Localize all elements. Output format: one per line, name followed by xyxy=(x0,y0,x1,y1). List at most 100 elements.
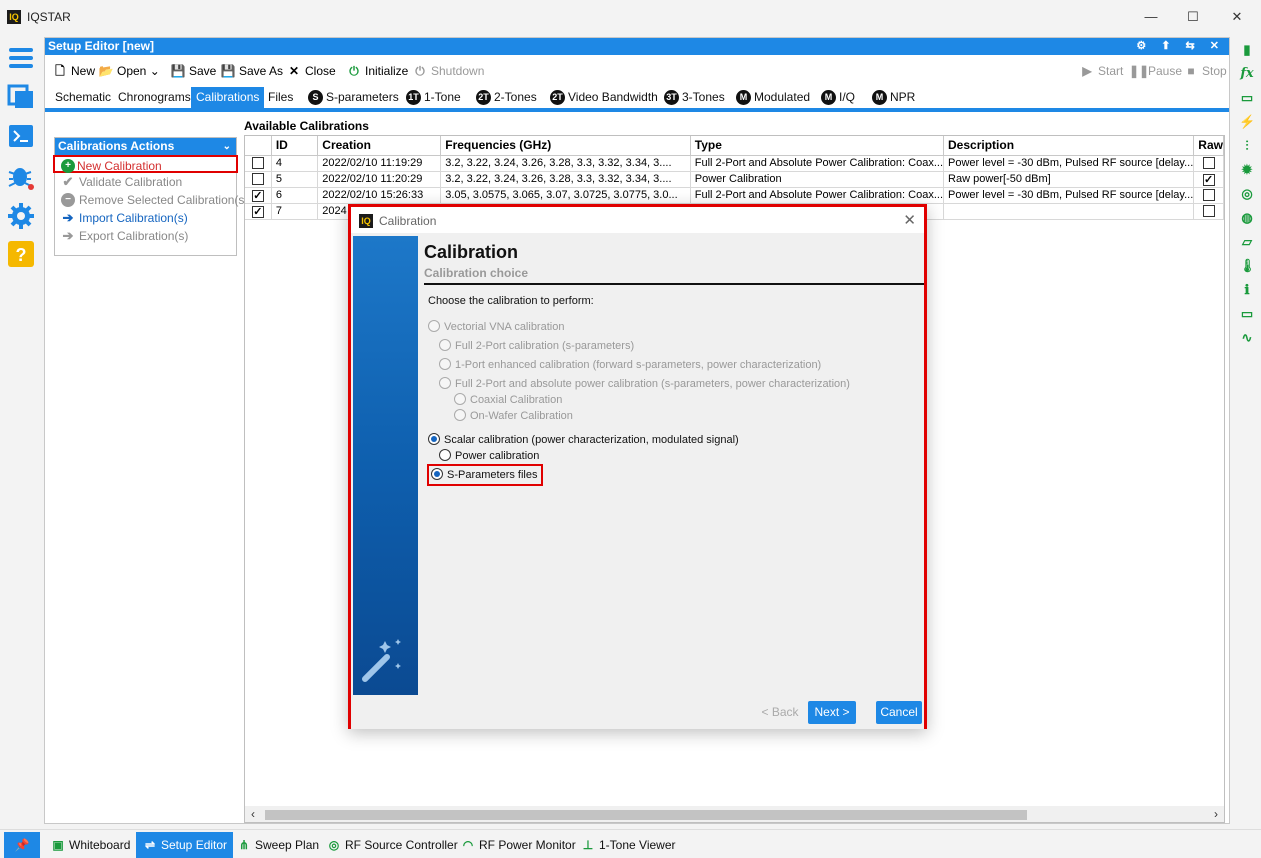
target-icon[interactable]: ◎ xyxy=(1239,186,1255,202)
thermometer-settings-icon[interactable]: ℹ xyxy=(1239,282,1255,298)
bottom-tab-1-tone-viewer[interactable]: ⊥ 1-Tone Viewer xyxy=(580,832,676,858)
bottom-tab-rf-source-controller[interactable]: ◎ RF Source Controller xyxy=(326,832,458,858)
row-select-checkbox[interactable] xyxy=(245,155,272,172)
collapse-icon[interactable]: ⌄ xyxy=(223,138,231,155)
checkbox-checked[interactable]: ✓ xyxy=(1202,174,1215,186)
column-header-raw[interactable]: Raw xyxy=(1193,136,1224,156)
cell-raw-checkbox[interactable] xyxy=(1193,203,1224,220)
row-select-checkbox[interactable]: ✓ xyxy=(245,203,272,220)
radio-coaxial[interactable]: Coaxial Calibration xyxy=(454,393,562,407)
close-window-button[interactable]: ✕ xyxy=(1222,6,1252,28)
remove-calibration-action[interactable]: − Remove Selected Calibration(s) xyxy=(55,191,248,209)
checkbox-checked[interactable]: ✓ xyxy=(251,190,264,202)
drive-icon[interactable]: ▭ xyxy=(1239,90,1255,106)
save-button[interactable]: 💾 Save xyxy=(170,61,217,81)
checkbox-unchecked[interactable] xyxy=(1202,204,1215,217)
tab-2-tones[interactable]: 2T 2-Tones xyxy=(471,87,542,108)
radio-full-2-port[interactable]: Full 2-Port calibration (s-parameters) xyxy=(439,339,634,353)
pause-button[interactable]: ❚❚Pause xyxy=(1129,61,1182,81)
cell-raw-checkbox[interactable]: ✓ xyxy=(1193,171,1224,188)
tab-chronograms[interactable]: Chronograms xyxy=(113,87,196,108)
function-icon[interactable]: fx xyxy=(1239,66,1255,82)
next-button[interactable]: Next > xyxy=(808,701,856,724)
tab-s-parameters[interactable]: S S-parameters xyxy=(303,87,404,108)
tab-schematic[interactable]: Schematic xyxy=(50,87,116,108)
table-row[interactable]: 4 2022/02/10 11:19:29 3.2, 3.22, 3.24, 3.2… xyxy=(245,155,1224,172)
help-icon[interactable]: ? xyxy=(7,240,35,268)
radio-scalar-calibration[interactable]: Scalar calibration (power characterizati… xyxy=(428,433,739,447)
row-select-checkbox[interactable]: ✓ xyxy=(245,187,272,204)
files-icon[interactable] xyxy=(7,82,35,110)
select-column-header[interactable] xyxy=(245,136,272,156)
start-button[interactable]: ▶ Start xyxy=(1079,61,1123,81)
checkbox-checked[interactable]: ✓ xyxy=(251,206,264,218)
back-button[interactable]: < Back xyxy=(759,701,801,724)
checkbox-unchecked[interactable] xyxy=(1202,188,1215,201)
bottom-tab-sweep-plan[interactable]: ⋔ Sweep Plan xyxy=(236,832,319,858)
scroll-left-icon[interactable]: ‹ xyxy=(251,806,255,822)
dialog-close-icon[interactable]: ✕ xyxy=(903,211,916,229)
column-header-frequencies[interactable]: Frequencies (GHz) xyxy=(440,136,691,156)
checkbox-unchecked[interactable] xyxy=(251,172,264,185)
bottom-tab-whiteboard[interactable]: ▣ Whiteboard xyxy=(50,832,130,858)
save-as-button[interactable]: 💾 Save As xyxy=(220,61,284,81)
tab-3-tones[interactable]: 3T 3-Tones xyxy=(659,87,730,108)
radio-vectorial-vna[interactable]: Vectorial VNA calibration xyxy=(428,320,564,334)
row-select-checkbox[interactable] xyxy=(245,171,272,188)
thermometer-icon[interactable]: 🌡 xyxy=(1239,258,1256,274)
box-icon[interactable]: ▱ xyxy=(1239,234,1255,250)
scrollbar-thumb[interactable] xyxy=(265,810,1027,820)
initialize-button[interactable]: ⏻ Initialize xyxy=(346,61,408,81)
chevron-down-icon[interactable]: ⌄ xyxy=(150,64,160,78)
chip-icon[interactable]: ✹ xyxy=(1239,162,1255,178)
checkbox-unchecked[interactable] xyxy=(251,156,264,169)
open-button[interactable]: 📂 Open ⌄ xyxy=(98,61,160,81)
tab-video-bandwidth[interactable]: 2T Video Bandwidth xyxy=(545,87,663,108)
radio-power-calibration[interactable]: Power calibration xyxy=(439,449,539,463)
tab-calibrations[interactable]: Calibrations xyxy=(191,87,265,108)
horizontal-scrollbar[interactable]: ‹ › xyxy=(245,806,1224,822)
tab-modulated[interactable]: M Modulated xyxy=(731,87,815,108)
close-button[interactable]: ✕ Close xyxy=(286,61,336,81)
pin-icon[interactable]: 📌 xyxy=(4,832,40,858)
bug-icon[interactable] xyxy=(7,162,35,190)
terminal-icon[interactable] xyxy=(7,122,35,150)
globe-icon[interactable]: ◍ xyxy=(1239,210,1255,226)
cell-raw-checkbox[interactable] xyxy=(1193,155,1224,172)
minimize-button[interactable]: — xyxy=(1136,6,1166,28)
shutdown-button[interactable]: ⏻ Shutdown xyxy=(412,61,484,81)
monitor-icon[interactable]: ▭ xyxy=(1239,306,1255,322)
radio-1-port-enhanced[interactable]: 1-Port enhanced calibration (forward s-p… xyxy=(439,358,821,372)
bottom-tab-setup-editor[interactable]: ⇌ Setup Editor xyxy=(136,832,234,858)
column-header-id[interactable]: ID xyxy=(271,136,319,156)
maximize-button[interactable]: ☐ xyxy=(1178,6,1208,28)
checkbox-unchecked[interactable] xyxy=(1202,156,1215,169)
stop-button[interactable]: ■ Stop xyxy=(1183,61,1226,81)
calculator-icon[interactable]: ▮ xyxy=(1239,42,1255,58)
column-header-type[interactable]: Type xyxy=(690,136,945,156)
bottom-tab-rf-power-monitor[interactable]: ◠ RF Power Monitor xyxy=(460,832,576,858)
cancel-button[interactable]: Cancel xyxy=(876,701,922,724)
gear-icon[interactable] xyxy=(7,202,35,230)
column-header-creation[interactable]: Creation xyxy=(317,136,442,156)
menu-icon[interactable] xyxy=(7,44,35,72)
table-row[interactable]: ✓ 6 2022/02/10 15:26:33 3.05, 3.0575, 3.065… xyxy=(245,187,1224,204)
scroll-right-icon[interactable]: › xyxy=(1214,806,1218,822)
sliders-icon[interactable]: ⫶ xyxy=(1239,138,1255,154)
waveform-icon[interactable]: ∿ xyxy=(1239,330,1255,346)
table-row[interactable]: 5 2022/02/10 11:20:29 3.2, 3.22, 3.24, 3.2… xyxy=(245,171,1224,188)
validate-calibration-action[interactable]: ✔ Validate Calibration xyxy=(55,173,236,191)
cell-raw-checkbox[interactable] xyxy=(1193,187,1224,204)
header-icons[interactable]: ⚙ ⬆ ⇆ ✕ xyxy=(1136,38,1225,55)
tab-files[interactable]: Files xyxy=(263,87,298,108)
bolt-icon[interactable]: ⚡ xyxy=(1239,114,1255,130)
radio-full-2-port-absolute-power[interactable]: Full 2-Port and absolute power calibrati… xyxy=(439,377,850,391)
tab-iq[interactable]: M I/Q xyxy=(816,87,860,108)
import-calibration-action[interactable]: ➔ Import Calibration(s) xyxy=(55,209,236,227)
new-button[interactable]: 🗋 New xyxy=(52,61,95,81)
radio-on-wafer[interactable]: On-Wafer Calibration xyxy=(454,409,573,423)
column-header-description[interactable]: Description xyxy=(943,136,1195,156)
tab-npr[interactable]: M NPR xyxy=(867,87,920,108)
tab-1-tone[interactable]: 1T 1-Tone xyxy=(401,87,466,108)
new-calibration-action[interactable]: + New Calibration xyxy=(53,155,238,173)
